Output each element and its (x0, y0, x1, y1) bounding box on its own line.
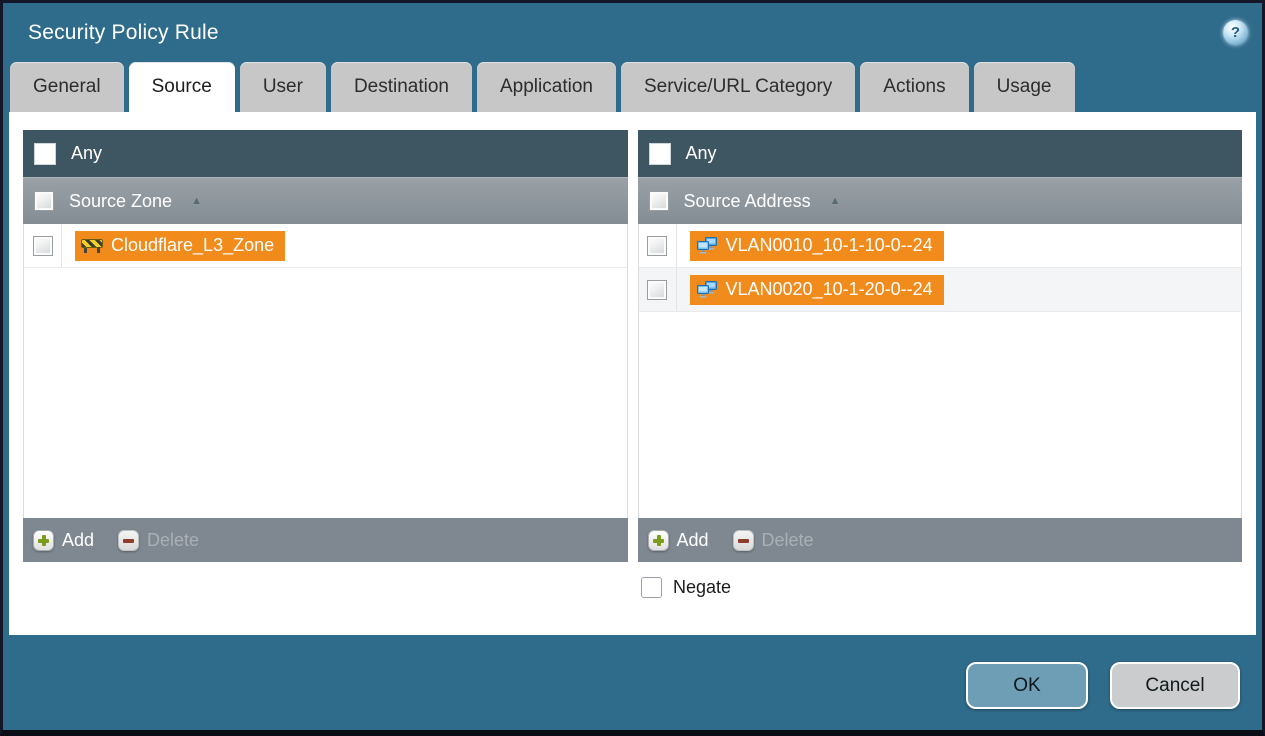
ok-button[interactable]: OK (966, 662, 1088, 709)
source-address-rows: VLAN0010_10-1-10-0--24 VLAN0020_10-1-20-… (637, 224, 1242, 518)
sort-ascending-icon: ▲ (191, 195, 202, 207)
tab-general[interactable]: General (10, 62, 124, 112)
delete-button-label: Delete (147, 529, 200, 550)
negate-label: Negate (673, 577, 732, 597)
source-address-column-title: Source Address (683, 190, 811, 211)
add-plus-icon (33, 529, 54, 551)
add-button-label: Add (62, 529, 95, 550)
delete-minus-icon (732, 529, 754, 551)
source-zone-any-label: Any (71, 143, 103, 163)
address-tag-label: VLAN0010_10-1-10-0--24 (725, 235, 933, 255)
sort-ascending-icon: ▲ (829, 195, 841, 207)
source-address-any-checkbox[interactable] (648, 142, 671, 165)
source-zone-panel: Any Source Zone ▲ Cloudflare_L3_Zone Add… (23, 130, 628, 562)
negate-checkbox[interactable] (641, 577, 662, 598)
tab-bar: General Source User Destination Applicat… (3, 62, 1262, 112)
source-zone-column-header[interactable]: Source Zone ▲ (23, 177, 628, 224)
source-zone-footer: Add Delete (23, 518, 628, 562)
source-address-any-label: Any (685, 143, 717, 163)
cancel-button[interactable]: Cancel (1110, 662, 1240, 709)
row-checkbox[interactable] (647, 279, 667, 300)
tab-application[interactable]: Application (477, 62, 616, 112)
address-tag[interactable]: VLAN0010_10-1-10-0--24 (689, 230, 944, 261)
table-row[interactable]: VLAN0020_10-1-20-0--24 (638, 268, 1241, 312)
delete-minus-icon (118, 529, 140, 551)
row-checkbox-cell (639, 224, 677, 267)
address-tag-label: VLAN0020_10-1-20-0--24 (725, 279, 933, 299)
source-zone-any-header: Any (23, 130, 628, 177)
row-checkbox-cell (24, 224, 62, 267)
row-checkbox-cell (639, 268, 677, 311)
source-address-any-header: Any (637, 130, 1242, 177)
help-icon[interactable]: ? (1223, 20, 1248, 45)
source-address-selectall-checkbox[interactable] (648, 191, 669, 211)
add-button[interactable]: Add (33, 529, 95, 551)
security-policy-rule-dialog: Security Policy Rule ? General Source Us… (0, 0, 1265, 736)
zone-icon (81, 238, 103, 253)
delete-button-label: Delete (761, 529, 814, 550)
row-checkbox[interactable] (647, 235, 667, 256)
add-button-label: Add (676, 529, 709, 550)
source-panels: Any Source Zone ▲ Cloudflare_L3_Zone Add… (23, 130, 1242, 562)
delete-button[interactable]: Delete (732, 529, 814, 551)
add-button[interactable]: Add (647, 529, 709, 551)
network-address-icon (696, 281, 717, 298)
source-zone-selectall-checkbox[interactable] (34, 191, 54, 211)
delete-button[interactable]: Delete (118, 529, 200, 551)
negate-row: Negate (641, 577, 1242, 598)
dialog-titlebar: Security Policy Rule ? (3, 3, 1262, 62)
row-checkbox[interactable] (32, 235, 53, 256)
tab-user[interactable]: User (239, 62, 326, 112)
network-address-icon (696, 237, 717, 254)
zone-tag[interactable]: Cloudflare_L3_Zone (75, 230, 286, 261)
dialog-body: Any Source Zone ▲ Cloudflare_L3_Zone Add… (9, 112, 1256, 635)
dialog-footer: OK Cancel (3, 635, 1262, 709)
source-zone-any-checkbox[interactable] (34, 142, 56, 165)
table-row[interactable]: VLAN0010_10-1-10-0--24 (638, 224, 1241, 268)
add-plus-icon (647, 529, 669, 551)
source-zone-column-title: Source Zone (69, 190, 173, 211)
tab-actions[interactable]: Actions (860, 62, 969, 112)
source-address-footer: Add Delete (637, 518, 1242, 562)
source-address-column-header[interactable]: Source Address ▲ (637, 177, 1242, 224)
source-address-panel: Any Source Address ▲ VLAN0010_10-1-10-0-… (637, 130, 1242, 562)
tab-destination[interactable]: Destination (330, 62, 472, 112)
table-row[interactable]: Cloudflare_L3_Zone (24, 224, 627, 268)
dialog-title: Security Policy Rule (28, 20, 219, 44)
tab-usage[interactable]: Usage (973, 62, 1075, 112)
tab-source[interactable]: Source (128, 62, 235, 112)
tab-service-url-category[interactable]: Service/URL Category (620, 62, 856, 112)
address-tag[interactable]: VLAN0020_10-1-20-0--24 (689, 274, 944, 305)
source-zone-rows: Cloudflare_L3_Zone (23, 224, 628, 518)
zone-tag-label: Cloudflare_L3_Zone (111, 235, 275, 255)
